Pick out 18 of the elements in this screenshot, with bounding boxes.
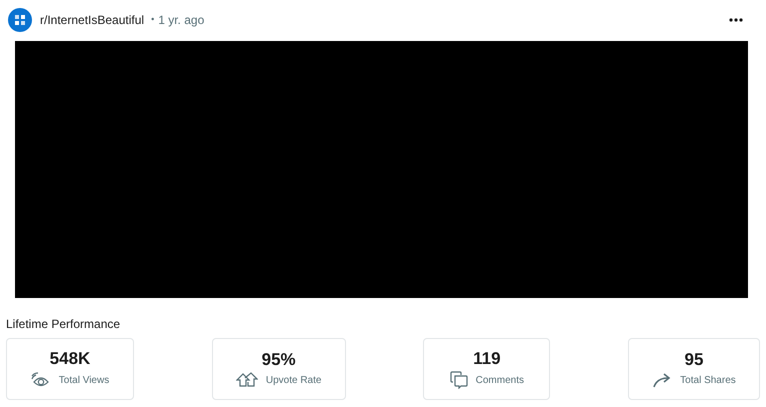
post-age: 1 yr. ago	[158, 12, 204, 29]
section-title: Lifetime Performance	[6, 317, 122, 332]
stat-label: Total Views	[58, 374, 110, 388]
community-avatar-icon[interactable]	[8, 8, 32, 32]
share-arrow-icon	[652, 372, 672, 388]
stat-value: 95	[684, 350, 704, 370]
stat-value: 95%	[262, 350, 296, 370]
eye-icon	[30, 371, 51, 389]
speech-bubbles-icon	[450, 371, 468, 389]
stat-value: 119	[473, 349, 501, 369]
stat-label: Comments	[476, 374, 524, 388]
separator: •	[151, 13, 154, 26]
more-options-icon[interactable]	[729, 18, 743, 22]
stat-label: Total Shares	[680, 374, 736, 388]
upvote-arrows-icon	[236, 372, 258, 388]
stat-value: 548K	[50, 349, 90, 369]
community-name[interactable]: r/InternetIsBeautiful	[40, 11, 144, 29]
stat-label: Upvote Rate	[266, 374, 322, 388]
